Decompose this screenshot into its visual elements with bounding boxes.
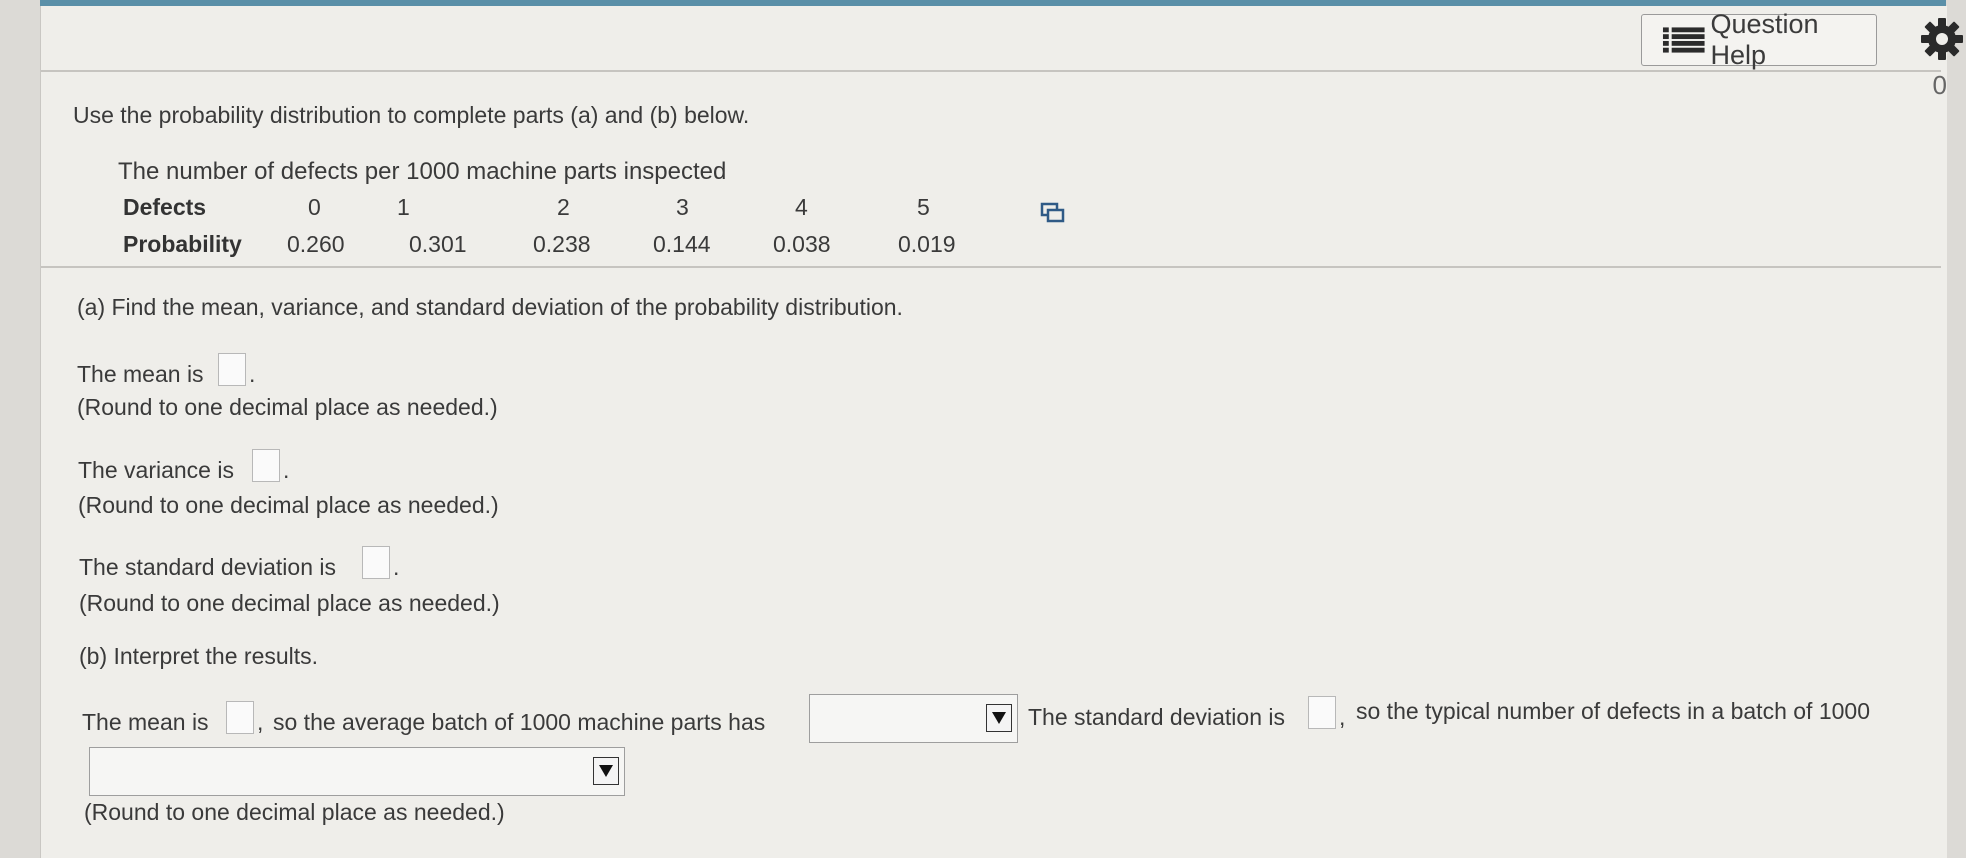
probability-row-header: Probability	[123, 231, 242, 257]
standard-deviation-period: .	[393, 554, 400, 580]
defect-value: 0	[308, 194, 321, 220]
interpret-mean-text: so the average batch of 1000 machine par…	[273, 709, 766, 735]
defects-row-header: Defects	[123, 194, 207, 220]
variance-label: The variance is	[78, 457, 234, 483]
defect-value: 3	[676, 194, 689, 220]
mean-answer-box[interactable]	[218, 353, 246, 386]
interpret-sd-text: so the typical number of defects in a ba…	[1356, 698, 1870, 724]
interpret-sd-comma: ,	[1339, 704, 1346, 730]
question-help-label: Question Help	[1710, 9, 1819, 70]
probability-value: 0.260	[287, 231, 345, 257]
probability-value: 0.038	[773, 231, 831, 257]
part-a-prompt: (a) Find the mean, variance, and standar…	[77, 294, 903, 320]
standard-deviation-label: The standard deviation is	[79, 554, 336, 580]
typical-defects-dropdown[interactable]	[89, 747, 625, 796]
round-note: (Round to one decimal place as needed.)	[77, 394, 498, 420]
part-b-prompt: (b) Interpret the results.	[79, 643, 319, 669]
average-defects-dropdown[interactable]	[809, 694, 1018, 743]
interpret-mean-comma: ,	[257, 709, 264, 735]
defect-value: 1	[397, 194, 410, 220]
probability-value: 0.144	[653, 231, 711, 257]
variance-answer-box[interactable]	[252, 449, 280, 482]
interpret-sd-label: The standard deviation is	[1028, 704, 1285, 730]
probability-value: 0.019	[898, 231, 956, 257]
gear-icon[interactable]	[1919, 16, 1965, 62]
header-divider	[41, 70, 1941, 72]
table-divider	[41, 266, 1941, 268]
question-help-button[interactable]: Question Help	[1641, 9, 1877, 70]
dropdown-arrow-icon[interactable]	[593, 757, 619, 785]
defect-value: 5	[917, 194, 930, 220]
defect-value: 4	[795, 194, 808, 220]
dropdown-arrow-icon[interactable]	[986, 704, 1012, 732]
copy-data-icon[interactable]	[1040, 202, 1066, 224]
defect-value: 2	[557, 194, 570, 220]
round-note: (Round to one decimal place as needed.)	[79, 590, 500, 616]
probability-value: 0.238	[533, 231, 591, 257]
interpret-mean-box[interactable]	[226, 701, 254, 734]
list-icon	[1662, 27, 1705, 53]
probability-value: 0.301	[409, 231, 467, 257]
intro-text: Use the probability distribution to comp…	[73, 102, 750, 128]
mean-label: The mean is	[77, 361, 204, 387]
interpret-mean-label: The mean is	[82, 709, 209, 735]
question-panel: 0 Question Help Use the probability dist…	[40, 6, 1963, 858]
edge-digit: 0	[1932, 70, 1947, 100]
round-note: (Round to one decimal place as needed.)	[84, 799, 505, 825]
round-note: (Round to one decimal place as needed.)	[78, 492, 499, 518]
standard-deviation-answer-box[interactable]	[362, 546, 390, 579]
table-caption: The number of defects per 1000 machine p…	[118, 158, 727, 185]
interpret-sd-box[interactable]	[1308, 696, 1336, 729]
variance-period: .	[283, 457, 290, 483]
mean-period: .	[249, 361, 256, 387]
